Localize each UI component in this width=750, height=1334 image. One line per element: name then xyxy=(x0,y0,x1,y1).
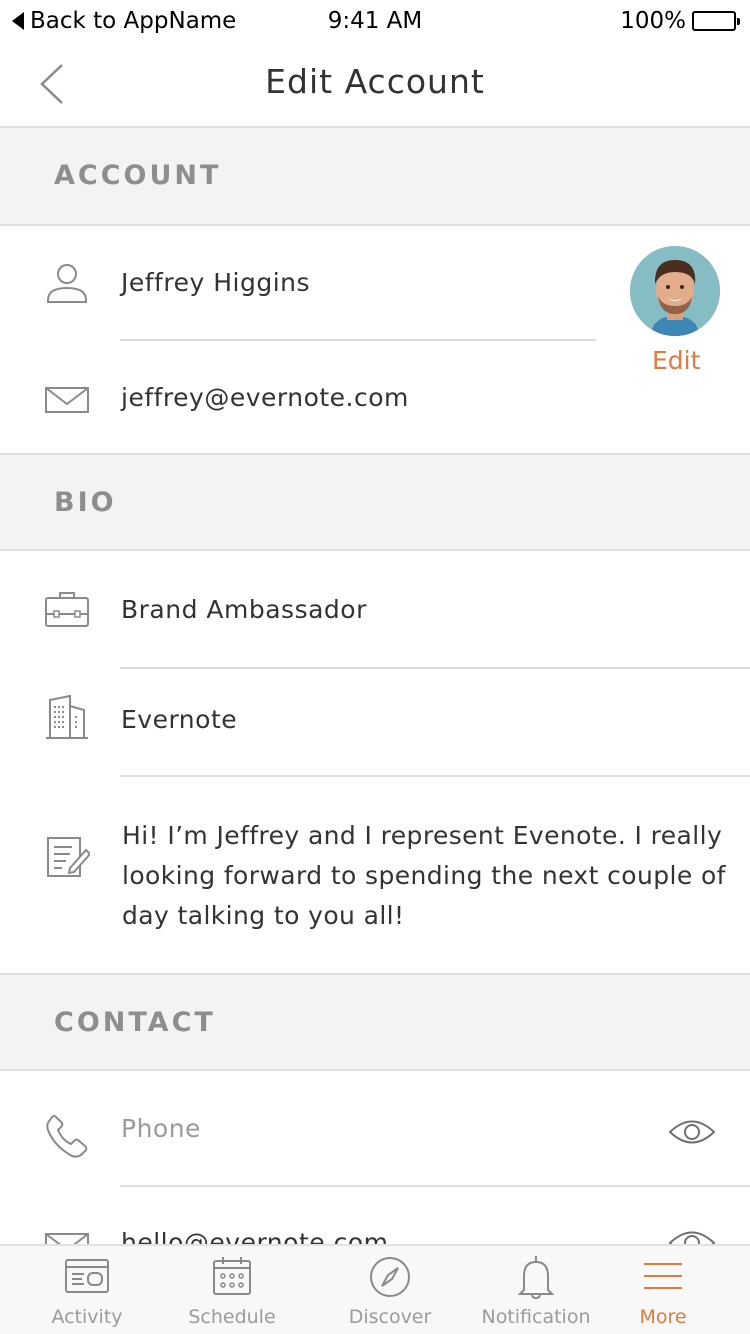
divider xyxy=(120,339,596,341)
eye-icon[interactable] xyxy=(668,1117,716,1147)
section-header-bio: BIO xyxy=(0,453,750,551)
person-icon xyxy=(47,264,87,303)
briefcase-icon xyxy=(45,592,89,627)
battery-status: 100% xyxy=(620,8,740,34)
section-title-account: ACCOUNT xyxy=(54,160,222,191)
job-title-value: Brand Ambassador xyxy=(121,595,367,624)
calendar-icon xyxy=(213,1257,251,1295)
avatar-edit-link[interactable]: Edit xyxy=(652,346,700,375)
divider xyxy=(120,667,750,669)
status-bar: Back to AppName 9:41 AM 100% xyxy=(0,0,750,44)
tab-schedule[interactable]: Schedule xyxy=(157,1246,307,1334)
tab-label: Schedule xyxy=(188,1306,276,1328)
company-value: Evernote xyxy=(121,705,238,734)
battery-percent: 100% xyxy=(620,8,686,34)
tab-label: Activity xyxy=(51,1306,123,1328)
phone-icon xyxy=(46,1115,88,1158)
email-value: jeffrey@evernote.com xyxy=(121,383,409,412)
page-title: Edit Account xyxy=(265,62,485,101)
menu-icon xyxy=(644,1263,682,1289)
section-title-bio: BIO xyxy=(54,487,117,518)
building-icon xyxy=(46,694,88,739)
section-header-contact: CONTACT xyxy=(0,973,750,1071)
about-value: Hi! I’m Jeffrey and I represent Evenote.… xyxy=(122,821,726,930)
section-title-contact: CONTACT xyxy=(54,1007,216,1038)
battery-icon xyxy=(692,11,740,31)
tab-activity[interactable]: Activity xyxy=(12,1246,162,1334)
profile-photo-icon xyxy=(630,246,720,336)
tab-discover[interactable]: Discover xyxy=(315,1246,465,1334)
divider xyxy=(120,775,750,777)
phone-placeholder: Phone xyxy=(121,1114,201,1143)
tab-more[interactable]: More xyxy=(588,1246,738,1334)
name-value: Jeffrey Higgins xyxy=(121,268,311,297)
compass-icon xyxy=(370,1257,410,1297)
envelope-icon xyxy=(45,387,89,413)
divider xyxy=(120,1185,750,1187)
tab-bar: Activity Schedule Discover Notification xyxy=(0,1244,750,1334)
bell-icon xyxy=(517,1256,555,1300)
tab-label: Discover xyxy=(348,1306,432,1328)
activity-icon xyxy=(65,1259,109,1293)
note-edit-icon xyxy=(47,837,90,877)
navigation-bar: Edit Account xyxy=(0,44,750,128)
section-header-account: ACCOUNT xyxy=(0,128,750,226)
tab-label: More xyxy=(639,1306,687,1328)
avatar[interactable] xyxy=(630,246,720,336)
